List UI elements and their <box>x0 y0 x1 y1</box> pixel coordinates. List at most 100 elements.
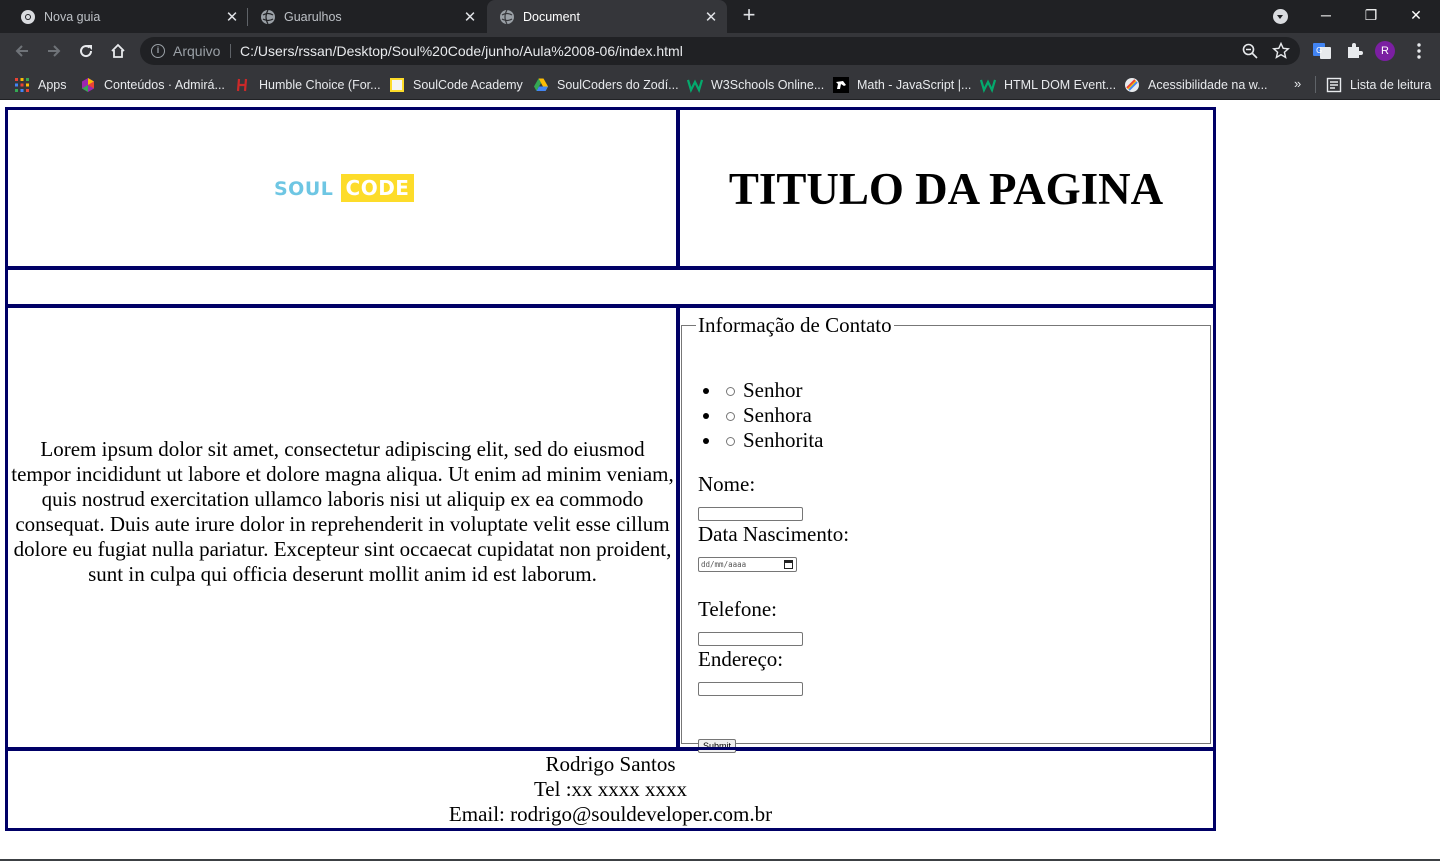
google-drive-icon <box>534 78 548 91</box>
radio-label: Senhorita <box>743 428 824 452</box>
profile-avatar[interactable]: R <box>1375 41 1395 61</box>
contact-legend: Informação de Contato <box>698 313 892 337</box>
radio-label: Senhor <box>743 378 803 402</box>
tab-nova-guia[interactable]: Nova guia ✕ <box>0 0 248 33</box>
menu-kebab-icon[interactable] <box>1409 41 1429 61</box>
date-placeholder: dd/mm/aaaa <box>701 560 747 569</box>
bookmark-star-icon[interactable] <box>1272 42 1290 60</box>
bookmark-label: Apps <box>38 77 67 92</box>
tab-document[interactable]: Document ✕ <box>487 0 727 33</box>
globe-icon <box>500 9 514 24</box>
humble-h-icon <box>236 78 248 91</box>
data-nascimento-label: Data Nascimento: <box>698 522 850 546</box>
radio-button[interactable] <box>726 387 735 396</box>
apps-grid-icon <box>15 77 29 92</box>
reading-list-icon <box>1326 77 1342 92</box>
salutation-radio-list: Senhor Senhora Senhorita <box>702 378 824 453</box>
nome-input[interactable] <box>698 507 803 521</box>
telefone-label: Telefone: <box>698 597 777 621</box>
tab-close-icon[interactable]: ✕ <box>701 8 721 26</box>
web-page: SOUL CODE TITULO DA PAGINA Lorem ipsum d… <box>0 101 1440 861</box>
forward-arrow-icon[interactable] <box>41 38 67 64</box>
radio-option-senhora[interactable]: Senhora <box>702 403 823 428</box>
url-text[interactable]: C:/Users/rssan/Desktop/Soul%20Code/junho… <box>240 43 683 59</box>
tab-title: Nova guia <box>44 9 101 24</box>
address-bar[interactable]: i Arquivo C:/Users/rssan/Desktop/Soul%20… <box>140 37 1300 65</box>
info-icon[interactable]: i <box>151 44 165 58</box>
tab-close-icon[interactable]: ✕ <box>460 8 480 26</box>
logo-soul-text: SOUL <box>274 178 334 200</box>
form-cell: Informação de Contato Senhor Senhora Sen… <box>676 304 1216 753</box>
bookmark-mdn-math[interactable]: Math - JavaScript |... <box>833 69 971 100</box>
extensions-puzzle-icon[interactable] <box>1344 41 1364 61</box>
empty-row-cell <box>5 266 1216 308</box>
data-nascimento-input[interactable]: dd/mm/aaaa <box>698 557 797 572</box>
radio-option-senhorita[interactable]: Senhorita <box>702 428 824 453</box>
bookmark-w3schools[interactable]: W3Schools Online... <box>687 69 824 100</box>
w3schools-icon <box>980 79 996 93</box>
new-tab-plus-icon[interactable]: + <box>738 4 760 28</box>
tab-title: Guarulhos <box>284 9 342 24</box>
browser-tab-strip: Nova guia ✕ Guarulhos ✕ Document ✕ + ─ ❐… <box>0 0 1440 33</box>
bookmark-label: Acessibilidade na w... <box>1148 77 1268 92</box>
reading-list-button[interactable]: Lista de leitura <box>1326 69 1431 100</box>
back-arrow-icon[interactable] <box>9 38 35 64</box>
bookmark-acessibilidade[interactable]: Acessibilidade na w... <box>1124 69 1268 100</box>
bookmarks-overflow-icon[interactable]: » <box>1294 76 1301 91</box>
close-window-icon[interactable]: ✕ <box>1405 4 1427 26</box>
bookmark-label: SoulCode Academy <box>413 77 523 92</box>
bookmark-conteudos[interactable]: Conteúdos · Admirá... <box>80 69 225 100</box>
bookmarks-bar: Apps Conteúdos · Admirá... Humble Choice… <box>0 69 1440 100</box>
address-divider <box>230 44 231 58</box>
bookmark-label: HTML DOM Event... <box>1004 77 1117 92</box>
soulcode-icon <box>390 77 404 92</box>
radio-option-senhor[interactable]: Senhor <box>702 378 823 403</box>
footer-contact: Rodrigo Santos Tel :xx xxxx xxxx Email: … <box>8 752 1213 827</box>
svg-text:G: G <box>1316 46 1322 55</box>
lorem-paragraph: Lorem ipsum dolor sit amet, consectetur … <box>11 437 674 586</box>
globe-icon <box>261 9 275 24</box>
radio-button[interactable] <box>726 412 735 421</box>
logo-cell: SOUL CODE <box>5 107 680 270</box>
bookmark-label: Conteúdos · Admirá... <box>104 77 225 92</box>
endereco-label: Endereço: <box>698 647 784 671</box>
minimize-icon[interactable]: ─ <box>1315 4 1337 26</box>
browser-toolbar: i Arquivo C:/Users/rssan/Desktop/Soul%20… <box>0 33 1440 69</box>
bookmark-soulcoders[interactable]: SoulCoders do Zodí... <box>533 69 679 100</box>
tab-guarulhos[interactable]: Guarulhos ✕ <box>248 0 486 33</box>
radio-button[interactable] <box>726 437 735 446</box>
bookmark-html-dom[interactable]: HTML DOM Event... <box>980 69 1116 100</box>
google-translate-icon[interactable]: G <box>1312 41 1332 61</box>
telefone-input[interactable] <box>698 632 803 646</box>
bookmark-label: Humble Choice (For... <box>259 77 381 92</box>
bookmark-soulcode[interactable]: SoulCode Academy <box>389 69 523 100</box>
bookmark-label: Math - JavaScript |... <box>857 77 972 92</box>
tab-search-chevron-icon[interactable] <box>1273 9 1288 24</box>
bookmark-apps[interactable]: Apps <box>14 69 67 100</box>
mdn-icon <box>833 76 849 93</box>
reading-list-label: Lista de leitura <box>1350 77 1432 92</box>
home-icon[interactable] <box>105 38 131 64</box>
contact-fieldset: Informação de Contato Senhor Senhora Sen… <box>681 313 1211 753</box>
bookmark-label: SoulCoders do Zodí... <box>557 77 679 92</box>
restore-icon[interactable]: ❐ <box>1360 4 1382 26</box>
footer-name: Rodrigo Santos <box>545 752 676 776</box>
bookmark-humble[interactable]: Humble Choice (For... <box>235 69 381 100</box>
endereco-input[interactable] <box>698 682 803 696</box>
zoom-icon[interactable] <box>1241 42 1259 60</box>
nome-label: Nome: <box>698 472 756 496</box>
colorful-hex-icon <box>82 77 94 92</box>
chrome-icon <box>21 9 35 24</box>
w3schools-icon <box>687 79 703 93</box>
footer-tel: Tel :xx xxxx xxxx <box>533 777 688 801</box>
rainbow-icon <box>1125 77 1139 92</box>
bookmarks-divider <box>1315 76 1316 93</box>
page-title: TITULO DA PAGINA <box>728 164 1164 214</box>
tab-title: Document <box>523 9 580 24</box>
logo-code-text: CODE <box>341 174 414 202</box>
tab-close-icon[interactable]: ✕ <box>222 8 242 26</box>
title-cell: TITULO DA PAGINA <box>676 107 1216 270</box>
bookmark-label: W3Schools Online... <box>711 77 825 92</box>
calendar-icon[interactable] <box>784 560 793 569</box>
reload-icon[interactable] <box>73 38 99 64</box>
